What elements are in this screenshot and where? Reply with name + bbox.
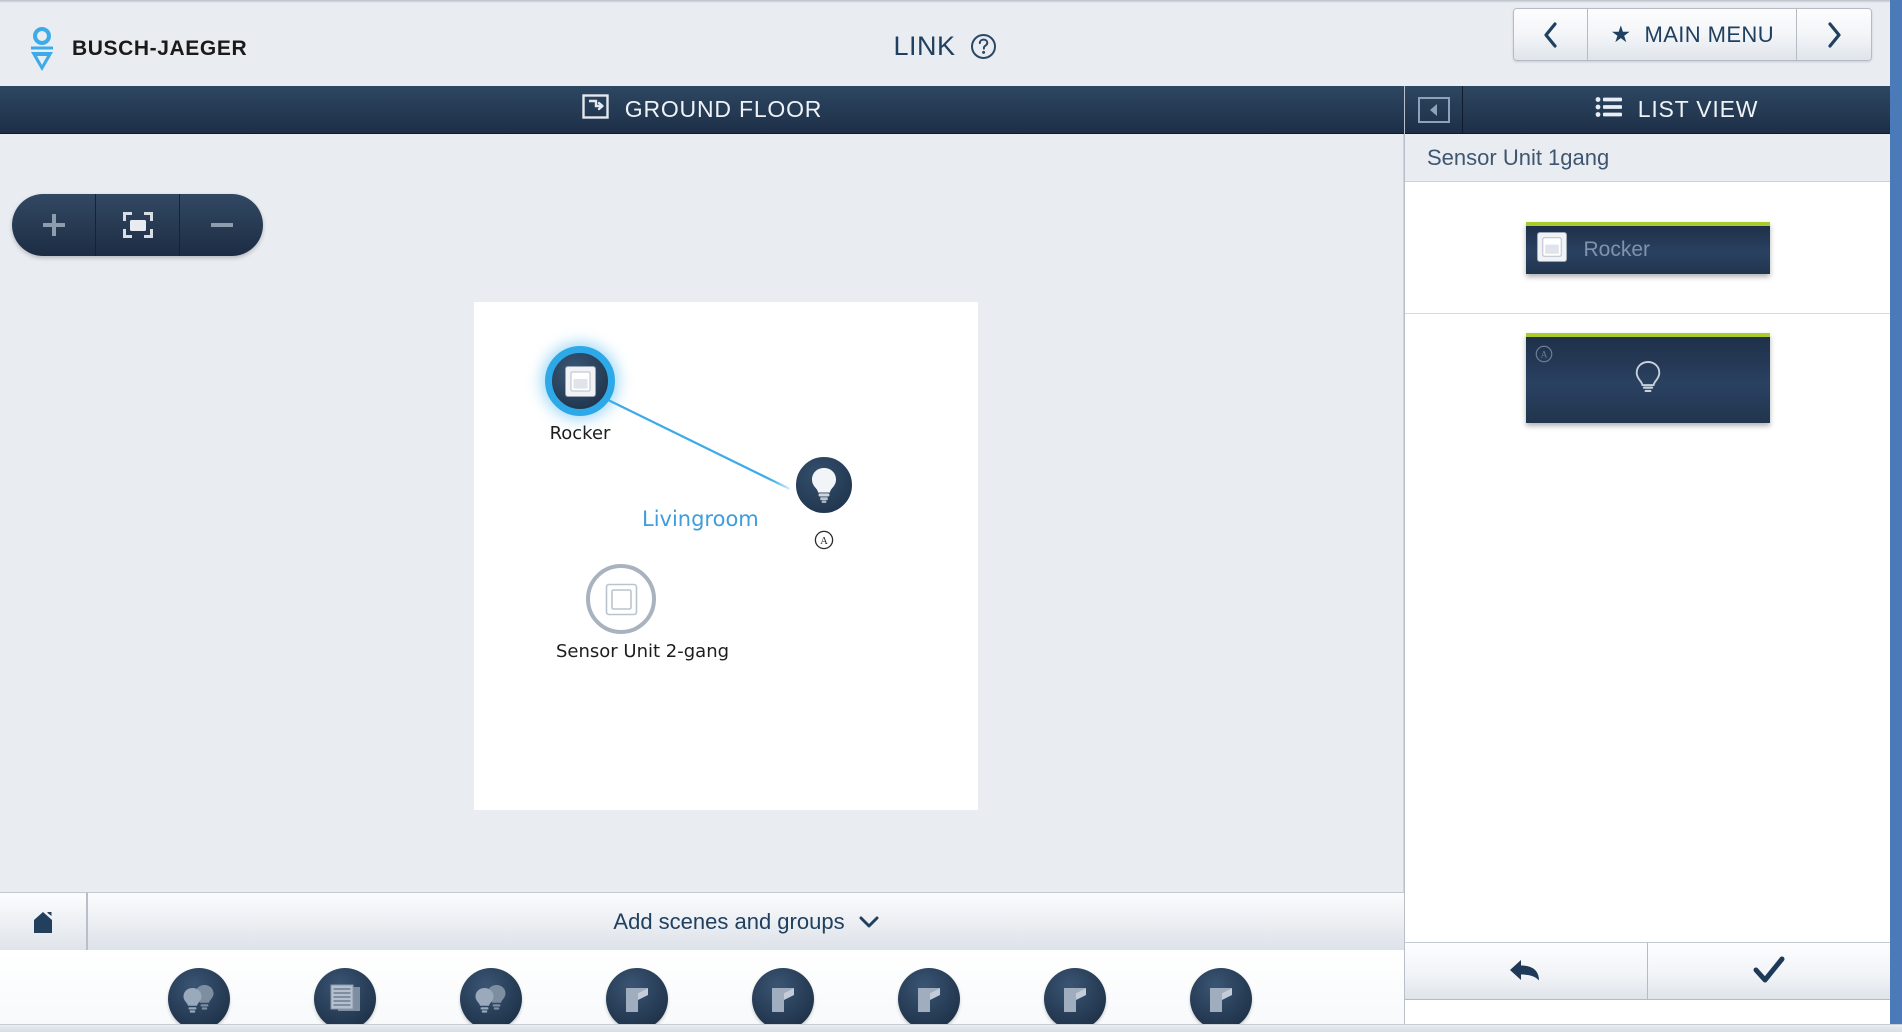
ground-floor-label: GROUND FLOOR	[624, 96, 823, 122]
shortcut-toolbar: Light group	[0, 950, 1404, 1032]
floorplan-node-bulb[interactable]: A	[778, 450, 870, 550]
add-bar-row: Add scenes and groups	[0, 892, 1404, 950]
light-bulb-icon	[812, 468, 836, 503]
node-circle	[545, 346, 615, 416]
svg-text:A: A	[1540, 351, 1547, 361]
floorplan-diagram[interactable]: Rocker A Sensor Unit 2-gang Livingroom	[474, 302, 978, 810]
scene-icon	[752, 968, 814, 1030]
add-scenes-label: Add scenes and groups	[613, 908, 845, 934]
shortcut-all-blinds-open[interactable]: All blinds open	[1020, 950, 1130, 1032]
card-badge-a: A	[1535, 345, 1553, 363]
list-slot-rocker: Rocker	[1405, 182, 1890, 314]
plus-icon	[42, 214, 65, 236]
list-view-header: LIST VIEW	[1405, 86, 1890, 134]
svg-text:A: A	[820, 536, 828, 547]
home-icon	[34, 911, 52, 933]
top-header: BUSCH-JAEGER LINK ★ MAIN MENU	[0, 0, 1890, 86]
zoom-out-button[interactable]	[180, 194, 263, 256]
rocker-switch-icon	[564, 365, 596, 397]
group-header-sensor-unit-1gang: Sensor Unit 1gang	[1405, 134, 1890, 182]
collapse-left-icon	[1417, 96, 1450, 123]
list-slot-bulb: A	[1405, 314, 1890, 442]
list-icon	[1595, 96, 1622, 124]
zoom-controls	[12, 194, 263, 256]
check-icon	[1753, 956, 1785, 983]
shortcut-panic-scene[interactable]: Panic scene	[728, 950, 838, 1032]
list-view-title-group: LIST VIEW	[1463, 86, 1890, 133]
room-label-livingroom: Livingroom	[642, 507, 759, 531]
collapse-panel-button[interactable]	[1405, 86, 1463, 133]
scene-icon	[898, 968, 960, 1030]
device-card-bulb[interactable]: A	[1525, 333, 1770, 423]
floorplan-node-rocker[interactable]: Rocker	[534, 346, 626, 444]
node-circle	[586, 564, 656, 634]
add-scenes-and-groups-button[interactable]: Add scenes and groups	[88, 893, 1404, 950]
application-window: BUSCH-JAEGER LINK ★ MAIN MENU GROUND FLO…	[0, 0, 1902, 1032]
device-card-rocker[interactable]: Rocker	[1525, 221, 1770, 274]
confirm-button[interactable]	[1648, 943, 1890, 999]
floorplan-panel: GROUND FLOOR Rocker A Sensor Unit 2-gang…	[0, 86, 1404, 1032]
scene-icon	[1044, 968, 1106, 1030]
back-arrow-icon	[1510, 960, 1539, 981]
zoom-in-button[interactable]	[12, 194, 96, 256]
help-circle-icon[interactable]	[970, 33, 997, 60]
ground-floor-bar[interactable]: GROUND FLOOR	[0, 86, 1404, 134]
node-badge-a: A	[814, 530, 834, 550]
node-circle	[789, 450, 859, 520]
window-bottom-strip	[0, 1024, 1902, 1032]
light-group-icon	[168, 968, 230, 1030]
main-navigation: ★ MAIN MENU	[1513, 8, 1872, 61]
shortcut-new-scene[interactable]: New scene	[582, 950, 692, 1032]
shortcut-dimmer-group[interactable]: Dimmer Group	[436, 950, 546, 1032]
busch-jaeger-logo-icon	[26, 25, 58, 73]
rocker-switch-icon	[605, 583, 637, 615]
page-title: LINK	[893, 31, 956, 61]
star-icon: ★	[1610, 21, 1632, 47]
shortcut-blind-group[interactable]: Blind group	[290, 950, 400, 1032]
body-area: GROUND FLOOR Rocker A Sensor Unit 2-gang…	[0, 86, 1890, 1032]
node-label: Rocker	[549, 423, 611, 444]
minus-icon	[210, 223, 233, 227]
rocker-switch-icon	[1536, 231, 1568, 268]
scene-icon	[606, 968, 668, 1030]
list-view-footer	[1405, 942, 1890, 1000]
list-view-label: LIST VIEW	[1637, 96, 1759, 122]
device-card-label: Rocker	[1583, 237, 1651, 261]
scene-icon	[1190, 968, 1252, 1030]
dimmer-group-icon	[460, 968, 522, 1030]
back-button[interactable]	[1405, 943, 1648, 999]
node-label: Sensor Unit 2-gang	[556, 641, 730, 662]
floorplan-node-sensor-2gang[interactable]: Sensor Unit 2-gang	[556, 564, 730, 662]
shortcut-all-off[interactable]: All off	[874, 950, 984, 1032]
shortcut-light-group[interactable]: Light group	[144, 950, 254, 1032]
brand-logo: BUSCH-JAEGER	[26, 25, 247, 73]
nav-next-button[interactable]	[1797, 9, 1871, 60]
window-edge-strip[interactable]	[1890, 0, 1902, 1024]
zoom-fit-button[interactable]	[96, 194, 180, 256]
blind-group-icon	[314, 968, 376, 1030]
light-bulb-icon	[1632, 359, 1664, 402]
main-menu-button[interactable]: ★ MAIN MENU	[1588, 9, 1797, 60]
brand-name: BUSCH-JAEGER	[72, 37, 248, 60]
chevron-down-icon	[859, 909, 879, 935]
list-view-panel: LIST VIEW Sensor Unit 1gang Rocker A	[1404, 86, 1890, 1032]
floorplan-canvas[interactable]: Rocker A Sensor Unit 2-gang Livingroom	[0, 134, 1404, 892]
shortcut-all-blinds-closed[interactable]: All blinds closed	[1166, 950, 1276, 1032]
main-menu-label: MAIN MENU	[1644, 21, 1774, 47]
floorplan-icon	[582, 94, 609, 125]
home-button[interactable]	[0, 893, 88, 950]
nav-previous-button[interactable]	[1514, 9, 1589, 60]
fit-to-screen-icon	[122, 212, 153, 238]
